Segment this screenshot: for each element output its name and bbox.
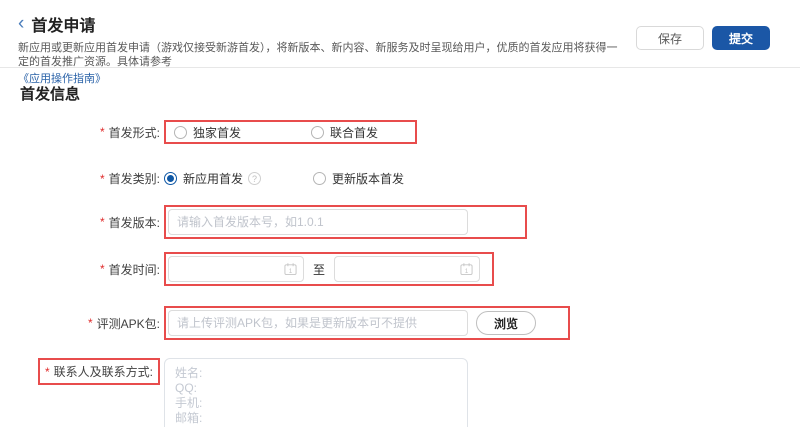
release-version-label: * 首发版本: xyxy=(20,214,160,231)
start-date-field: 1 xyxy=(168,256,304,282)
release-time-row: * 首发时间: 1 至 1 xyxy=(20,252,780,286)
radio-new-app-release[interactable]: 新应用首发 xyxy=(164,170,243,187)
apk-package-row: * 评测APK包: 浏览 xyxy=(20,306,780,340)
radio-unchecked-icon xyxy=(313,172,327,185)
release-version-input[interactable] xyxy=(168,209,468,235)
header-buttons: 保存 提交 xyxy=(636,26,770,50)
release-time-highlight-box: 1 至 1 xyxy=(164,252,494,286)
main-content: 首发信息 * 首发形式: 独家首发 联合首发 * 首发类别: 新应用首发 ? 更… xyxy=(0,68,800,427)
contact-textarea[interactable] xyxy=(164,358,468,427)
contact-row: * 联系人及联系方式: xyxy=(20,358,780,427)
release-category-row: * 首发类别: 新应用首发 ? 更新版本首发 xyxy=(20,170,780,187)
page-header: ‹ 首发申请 新应用或更新应用首发申请（游戏仅接受新游首发），将新版本、新内容、… xyxy=(0,0,800,85)
release-time-label: * 首发时间: xyxy=(20,261,160,278)
start-date-input[interactable] xyxy=(168,256,304,282)
release-form-highlight-box: 独家首发 联合首发 xyxy=(164,120,417,144)
apk-package-label-text: 评测APK包: xyxy=(96,316,160,331)
radio-unchecked-icon xyxy=(311,125,325,139)
guide-link[interactable]: 《应用操作指南》 xyxy=(18,72,106,86)
radio-exclusive-release-label: 独家首发 xyxy=(193,125,242,140)
release-time-label-text: 首发时间: xyxy=(108,262,160,277)
apk-package-highlight-box: 浏览 xyxy=(164,306,570,340)
save-button[interactable]: 保存 xyxy=(636,26,704,50)
release-category-label: * 首发类别: xyxy=(20,170,160,187)
release-version-label-text: 首发版本: xyxy=(108,215,160,230)
radio-joint-release[interactable]: 联合首发 xyxy=(311,124,378,141)
release-form-label-text: 首发形式: xyxy=(108,125,160,140)
radio-update-version-release[interactable]: 更新版本首发 xyxy=(313,170,404,187)
contact-label-text: 联系人及联系方式: xyxy=(53,365,153,379)
page-description: 新应用或更新应用首发申请（游戏仅接受新游首发），将新版本、新内容、新服务及时呈现… xyxy=(18,42,618,68)
browse-button[interactable]: 浏览 xyxy=(476,311,536,335)
release-category-label-text: 首发类别: xyxy=(108,172,160,186)
end-date-field: 1 xyxy=(334,256,481,282)
apk-package-input[interactable] xyxy=(168,310,468,336)
page-title: 首发申请 xyxy=(31,18,96,35)
release-version-highlight-box xyxy=(164,205,527,239)
date-range-separator: 至 xyxy=(313,262,326,277)
radio-unchecked-icon xyxy=(174,125,187,139)
radio-update-version-release-label: 更新版本首发 xyxy=(332,172,405,186)
required-marker: * xyxy=(44,364,50,379)
radio-exclusive-release[interactable]: 独家首发 xyxy=(174,124,241,141)
submit-button[interactable]: 提交 xyxy=(712,26,770,50)
radio-joint-release-label: 联合首发 xyxy=(330,125,379,140)
apk-package-label: * 评测APK包: xyxy=(20,315,160,332)
back-icon[interactable]: ‹ xyxy=(18,14,24,33)
section-title: 首发信息 xyxy=(20,86,81,103)
release-form-row: * 首发形式: 独家首发 联合首发 xyxy=(20,120,780,144)
release-version-row: * 首发版本: xyxy=(20,205,780,239)
radio-new-app-release-label: 新应用首发 xyxy=(183,172,244,186)
required-marker: * xyxy=(99,125,105,139)
radio-checked-icon xyxy=(164,172,177,185)
required-marker: * xyxy=(99,262,105,276)
required-marker: * xyxy=(87,316,93,330)
help-icon[interactable]: ? xyxy=(248,172,262,185)
contact-label-highlight-box: * 联系人及联系方式: xyxy=(37,358,160,385)
end-date-input[interactable] xyxy=(334,256,481,282)
contact-label: * 联系人及联系方式: xyxy=(20,358,160,385)
required-marker: * xyxy=(99,171,105,186)
required-marker: * xyxy=(99,215,105,229)
release-form-label: * 首发形式: xyxy=(20,124,160,141)
